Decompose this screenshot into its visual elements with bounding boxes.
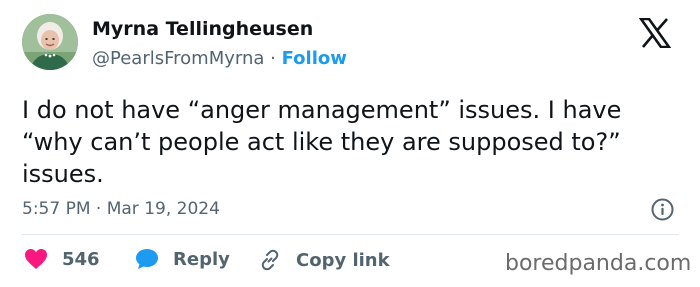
- author-meta: @PearlsFromMyrna · Follow: [92, 48, 347, 69]
- tweet-text: I do not have “anger management” issues.…: [22, 96, 622, 188]
- separator-dot: ·: [270, 48, 276, 69]
- copy-link-button[interactable]: Copy link: [258, 248, 390, 272]
- heart-icon: [25, 249, 47, 269]
- divider: [22, 234, 679, 235]
- like-button[interactable]: 546: [24, 248, 100, 270]
- link-icon: [261, 249, 279, 271]
- author-name[interactable]: Myrna Tellingheusen: [92, 18, 313, 40]
- author-handle[interactable]: @PearlsFromMyrna: [92, 48, 264, 69]
- avatar[interactable]: [22, 14, 78, 70]
- reply-bubble-icon: [136, 249, 158, 269]
- watermark: boredpanda.com: [505, 251, 692, 276]
- x-logo-icon[interactable]: [638, 17, 672, 49]
- reply-button[interactable]: Reply: [135, 248, 230, 270]
- follow-button[interactable]: Follow: [282, 48, 347, 69]
- reply-label: Reply: [173, 248, 230, 270]
- info-icon[interactable]: [651, 198, 674, 221]
- like-count: 546: [62, 248, 100, 270]
- copy-link-label: Copy link: [296, 249, 390, 271]
- tweet-timestamp[interactable]: 5:57 PM · Mar 19, 2024: [22, 199, 220, 219]
